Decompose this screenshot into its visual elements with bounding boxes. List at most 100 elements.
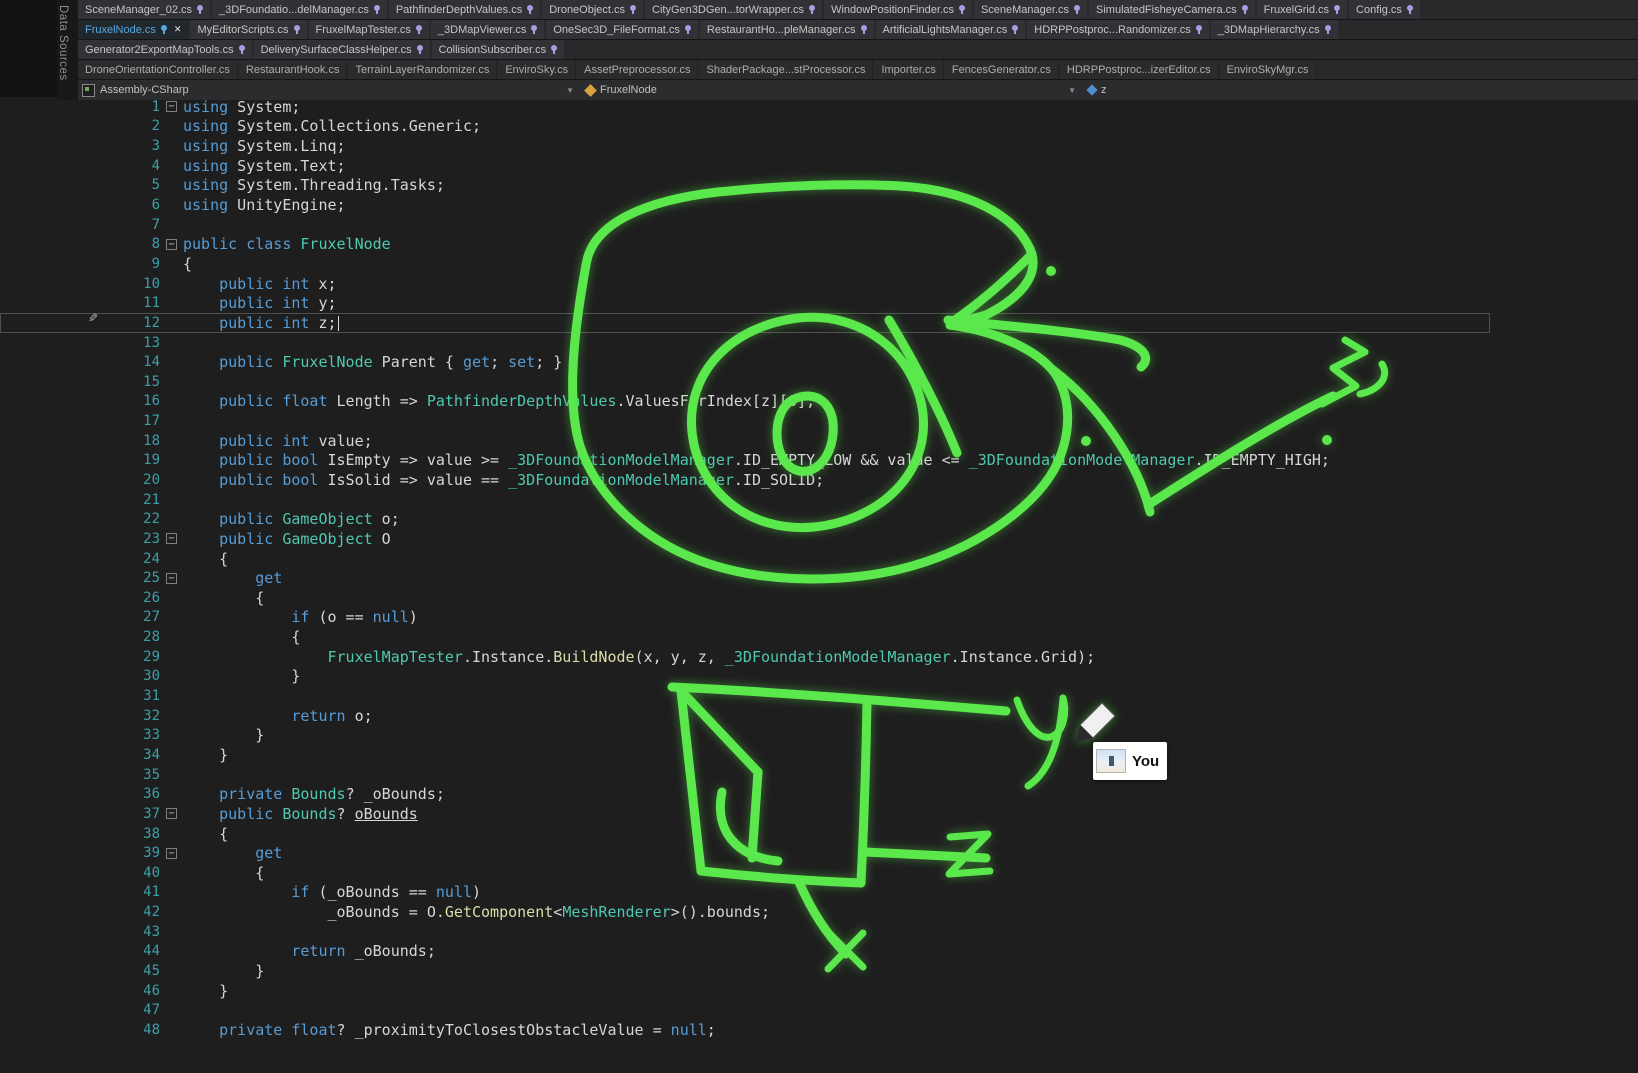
pin-icon[interactable] — [374, 5, 380, 11]
tab-restauranthook-cs[interactable]: RestaurantHook.cs — [239, 60, 348, 79]
pin-icon[interactable] — [1334, 5, 1340, 11]
pin-icon[interactable] — [959, 5, 965, 11]
pin-icon[interactable] — [1196, 25, 1202, 31]
line-number[interactable]: 36 — [0, 786, 160, 802]
tab-terrainlayerrandomizer-cs[interactable]: TerrainLayerRandomizer.cs — [348, 60, 497, 79]
code-line[interactable]: 34 } — [0, 745, 1638, 765]
line-number[interactable]: 19 — [0, 452, 160, 468]
code-line[interactable]: 33 } — [0, 726, 1638, 746]
tab-config-cs[interactable]: Config.cs — [1349, 0, 1420, 19]
line-number[interactable]: 41 — [0, 884, 160, 900]
pin-icon[interactable] — [685, 25, 691, 31]
code-line[interactable]: 44 return _oBounds; — [0, 942, 1638, 962]
line-number[interactable]: 34 — [0, 747, 160, 763]
code-line[interactable]: 26 { — [0, 588, 1638, 608]
fold-icon[interactable]: − — [160, 239, 183, 250]
fold-icon[interactable]: − — [160, 101, 183, 112]
line-number[interactable]: 11 — [0, 295, 160, 311]
fold-collapse-icon[interactable]: − — [166, 101, 177, 112]
fold-icon[interactable]: − — [160, 533, 183, 544]
line-number[interactable]: 24 — [0, 551, 160, 567]
code-line[interactable]: 9{ — [0, 254, 1638, 274]
line-number[interactable]: 1 — [0, 99, 160, 115]
line-number[interactable]: 35 — [0, 767, 160, 783]
line-number[interactable]: 21 — [0, 492, 160, 508]
tab--3dmaphierarchy-cs[interactable]: _3DMapHierarchy.cs — [1211, 20, 1338, 39]
code-line[interactable]: 19 public bool IsEmpty => value >= _3DFo… — [0, 451, 1638, 471]
pin-icon[interactable] — [809, 5, 815, 11]
line-number[interactable]: 32 — [0, 708, 160, 724]
line-number[interactable]: 23 — [0, 531, 160, 547]
line-number[interactable]: 39 — [0, 845, 160, 861]
line-number[interactable]: 3 — [0, 138, 160, 154]
code-line[interactable]: 46 } — [0, 981, 1638, 1001]
tab-deliverysurfaceclasshelper-cs[interactable]: DeliverySurfaceClassHelper.cs — [254, 40, 430, 59]
line-number[interactable]: 25 — [0, 570, 160, 586]
tab-restaurantho-plemanager-cs[interactable]: RestaurantHo...pleManager.cs — [700, 20, 874, 39]
code-line[interactable]: 11 public int y; — [0, 293, 1638, 313]
pin-icon[interactable] — [861, 25, 867, 31]
code-line[interactable]: 29 FruxelMapTester.Instance.BuildNode(x,… — [0, 647, 1638, 667]
line-number[interactable]: 48 — [0, 1022, 160, 1038]
line-number[interactable]: 33 — [0, 727, 160, 743]
line-number[interactable]: 29 — [0, 649, 160, 665]
code-line[interactable]: 7 — [0, 215, 1638, 235]
fold-icon[interactable]: − — [160, 808, 183, 819]
line-number[interactable]: 30 — [0, 668, 160, 684]
code-line[interactable]: 4using System.Text; — [0, 156, 1638, 176]
code-line[interactable]: 8−public class FruxelNode — [0, 234, 1638, 254]
code-line[interactable]: 37− public Bounds? oBounds — [0, 804, 1638, 824]
line-number[interactable]: 45 — [0, 963, 160, 979]
line-number[interactable]: 18 — [0, 433, 160, 449]
code-editor[interactable]: 1−using System;2using System.Collections… — [0, 97, 1638, 1073]
line-number[interactable]: 8 — [0, 236, 160, 252]
code-line[interactable]: 47 — [0, 1000, 1638, 1020]
tab-citygen3dgen-torwrapper-cs[interactable]: CityGen3DGen...torWrapper.cs — [645, 0, 822, 19]
line-number[interactable]: 38 — [0, 826, 160, 842]
code-line[interactable]: 38 { — [0, 824, 1638, 844]
line-number[interactable]: 27 — [0, 609, 160, 625]
fold-collapse-icon[interactable]: − — [166, 239, 177, 250]
code-line[interactable]: 30 } — [0, 667, 1638, 687]
pin-icon[interactable] — [1074, 5, 1080, 11]
line-number[interactable]: 9 — [0, 256, 160, 272]
tab-windowpositionfinder-cs[interactable]: WindowPositionFinder.cs — [824, 0, 972, 19]
code-line[interactable]: 24 { — [0, 549, 1638, 569]
tab-fencesgenerator-cs[interactable]: FencesGenerator.cs — [945, 60, 1059, 79]
tab-artificiallightsmanager-cs[interactable]: ArtificialLightsManager.cs — [876, 20, 1026, 39]
code-line[interactable]: 31 — [0, 686, 1638, 706]
tab-scenemanager-02-cs[interactable]: SceneManager_02.cs — [78, 0, 210, 19]
tab-collisionsubscriber-cs[interactable]: CollisionSubscriber.cs — [432, 40, 565, 59]
line-number[interactable]: 43 — [0, 924, 160, 940]
code-line[interactable]: 45 } — [0, 961, 1638, 981]
line-number[interactable]: 22 — [0, 511, 160, 527]
line-number[interactable]: 7 — [0, 217, 160, 233]
line-number[interactable]: 13 — [0, 335, 160, 351]
code-line[interactable]: 3using System.Linq; — [0, 136, 1638, 156]
pin-icon[interactable] — [294, 25, 300, 31]
code-line[interactable]: 16 public float Length => PathfinderDept… — [0, 392, 1638, 412]
project-dropdown[interactable]: Assembly-CSharp ▼ — [78, 80, 580, 100]
code-line[interactable]: 2using System.Collections.Generic; — [0, 117, 1638, 137]
line-number[interactable]: 6 — [0, 197, 160, 213]
code-line[interactable]: 17 — [0, 411, 1638, 431]
code-line[interactable]: 41 if (_oBounds == null) — [0, 883, 1638, 903]
code-line[interactable]: 21 — [0, 490, 1638, 510]
code-line[interactable]: 35 — [0, 765, 1638, 785]
pin-icon[interactable] — [551, 45, 557, 51]
pin-icon[interactable] — [197, 5, 203, 11]
fold-icon[interactable]: − — [160, 848, 183, 859]
pin-icon[interactable] — [1012, 25, 1018, 31]
pin-icon[interactable] — [527, 5, 533, 11]
code-line[interactable]: 5using System.Threading.Tasks; — [0, 176, 1638, 196]
line-number[interactable]: 14 — [0, 354, 160, 370]
tab-myeditorscripts-cs[interactable]: MyEditorScripts.cs — [190, 20, 306, 39]
pin-icon[interactable] — [416, 25, 422, 31]
line-number[interactable]: 26 — [0, 590, 160, 606]
line-number[interactable]: 20 — [0, 472, 160, 488]
fold-collapse-icon[interactable]: − — [166, 573, 177, 584]
code-line[interactable]: 15 — [0, 372, 1638, 392]
line-number[interactable]: 10 — [0, 276, 160, 292]
code-line[interactable]: 40 { — [0, 863, 1638, 883]
code-line[interactable]: 22 public GameObject o; — [0, 509, 1638, 529]
